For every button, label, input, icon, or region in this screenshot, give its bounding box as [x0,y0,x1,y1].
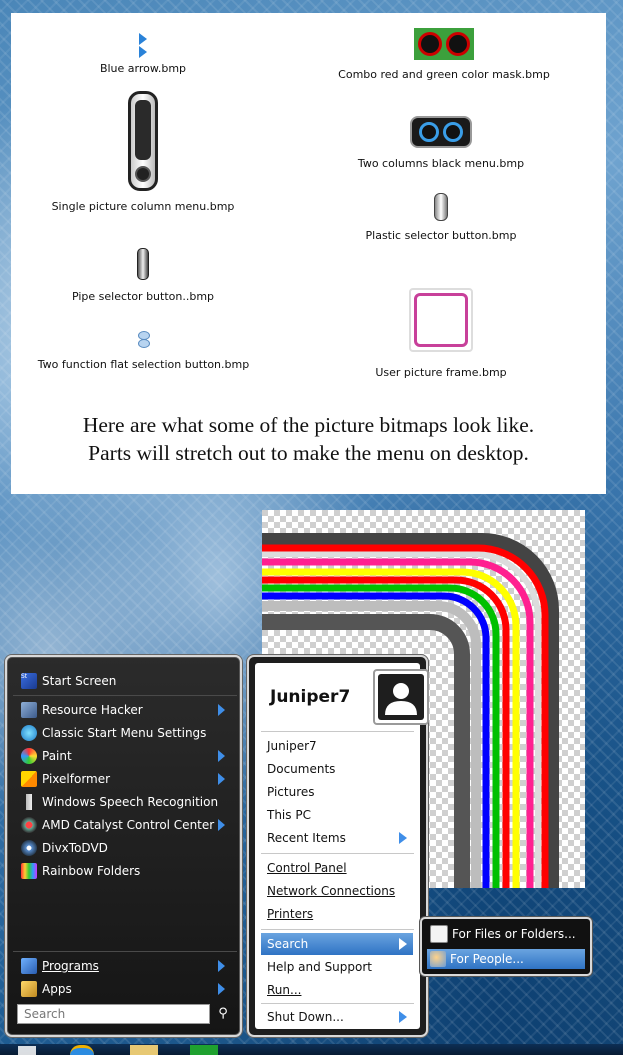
separator [261,929,414,930]
menu-item-search[interactable]: Search [261,933,413,955]
menu-item-printers[interactable]: Printers [261,903,413,925]
menu-item-paint[interactable]: Paint [17,745,235,767]
combo-mask-icon [414,28,474,60]
menu-item-network-connections[interactable]: Network Connections [261,880,413,902]
right-pane-inner: Juniper7 Juniper7 Documents Pictures Thi… [255,663,429,1029]
username: Juniper7 [270,687,351,707]
user-frame-bmp: User picture frame.bmp [341,288,541,379]
microphone-icon [21,794,37,810]
chevron-right-icon [218,983,225,995]
blue-arrow-icon [93,33,193,58]
two-columns-bmp: Two columns black menu.bmp [341,116,541,170]
taskbar [0,1044,623,1055]
chevron-right-icon [218,704,225,716]
menu-item-help-support[interactable]: Help and Support [261,956,413,978]
menu-item-apps[interactable]: Apps [17,978,235,1000]
menu-item-speech[interactable]: Windows Speech Recognition [17,791,235,813]
menu-item-recent-items[interactable]: Recent Items [261,827,413,849]
pipe-selector-bmp: Pipe selector button..bmp [43,248,243,303]
menu-item-divx[interactable]: DivxToDVD [17,837,235,859]
pixelformer-icon [21,771,37,787]
flat-selection-bmp: Two function flat selection button.bmp [21,331,266,371]
pipe-selector-icon [137,248,149,280]
chevron-right-icon [218,773,225,785]
two-columns-menu-icon [410,116,472,148]
separator [261,853,414,854]
chevron-right-icon [218,750,225,762]
start-button[interactable] [18,1046,36,1055]
chevron-right-icon [218,960,225,972]
store-icon[interactable] [190,1045,218,1055]
start-screen-icon: St [21,673,37,689]
separator [13,695,237,696]
user-silhouette-icon [378,674,424,720]
rainbow-folders-icon [21,863,37,879]
menu-item-documents[interactable]: Documents [261,758,413,780]
menu-item-search-people[interactable]: For People... [427,949,585,969]
start-screen-item[interactable]: St Start Screen [17,670,235,692]
separator [261,1003,414,1004]
user-frame-icon [409,288,473,352]
menu-item-this-pc[interactable]: This PC [261,804,413,826]
menu-item-pictures[interactable]: Pictures [261,781,413,803]
chevron-right-icon [399,832,407,844]
browser-icon[interactable] [70,1045,94,1055]
combo-mask-bmp: Combo red and green color mask.bmp [334,28,554,81]
file-explorer-icon[interactable] [130,1045,158,1055]
menu-item-rainbow-folders[interactable]: Rainbow Folders [17,860,235,882]
menu-item-programs[interactable]: Programs [17,955,235,977]
classic-start-icon [21,725,37,741]
bitmap-preview-card: Blue arrow.bmp Combo red and green color… [11,13,606,494]
menu-item-classic-start[interactable]: Classic Start Menu Settings [17,722,235,744]
single-column-bmp: Single picture column menu.bmp [43,91,243,213]
divx-icon [21,840,37,856]
people-icon [430,951,446,967]
blue-arrow-bmp: Blue arrow.bmp [93,33,193,75]
separator [13,951,237,952]
resource-hacker-icon [21,702,37,718]
plastic-selector-bmp: Plastic selector button.bmp [341,193,541,242]
start-menu-left-pane: St Start Screen Resource Hacker Classic … [5,655,242,1037]
menu-item-resource-hacker[interactable]: Resource Hacker [17,699,235,721]
menu-item-user-folder[interactable]: Juniper7 [261,735,413,757]
user-avatar[interactable] [373,669,429,725]
chevron-right-icon [399,1011,407,1023]
plastic-selector-icon [434,193,448,221]
bitmap-note: Here are what some of the picture bitmap… [82,413,535,465]
menu-item-control-panel[interactable]: Control Panel [261,857,413,879]
amd-icon [21,817,37,833]
menu-item-pixelformer[interactable]: Pixelformer [17,768,235,790]
flat-selection-icon [136,331,152,349]
chevron-right-icon [218,819,225,831]
search-input[interactable]: Search [17,1004,210,1024]
programs-icon [21,958,37,974]
single-column-menu-icon [128,91,158,191]
apps-icon [21,981,37,997]
menu-item-search-files[interactable]: For Files or Folders... [427,924,585,944]
separator [261,731,414,732]
shut-down-button[interactable]: Shut Down... [261,1006,413,1028]
menu-item-amd[interactable]: AMD Catalyst Control Center [17,814,235,836]
file-search-icon [430,925,448,943]
start-menu-right-pane: Juniper7 Juniper7 Documents Pictures Thi… [247,655,429,1037]
menu-item-run[interactable]: Run... [261,979,413,1001]
search-icon[interactable]: ⚲ [213,1004,233,1024]
paint-icon [21,748,37,764]
chevron-right-icon [399,938,407,950]
search-submenu: For Files or Folders... For People... [420,917,592,976]
